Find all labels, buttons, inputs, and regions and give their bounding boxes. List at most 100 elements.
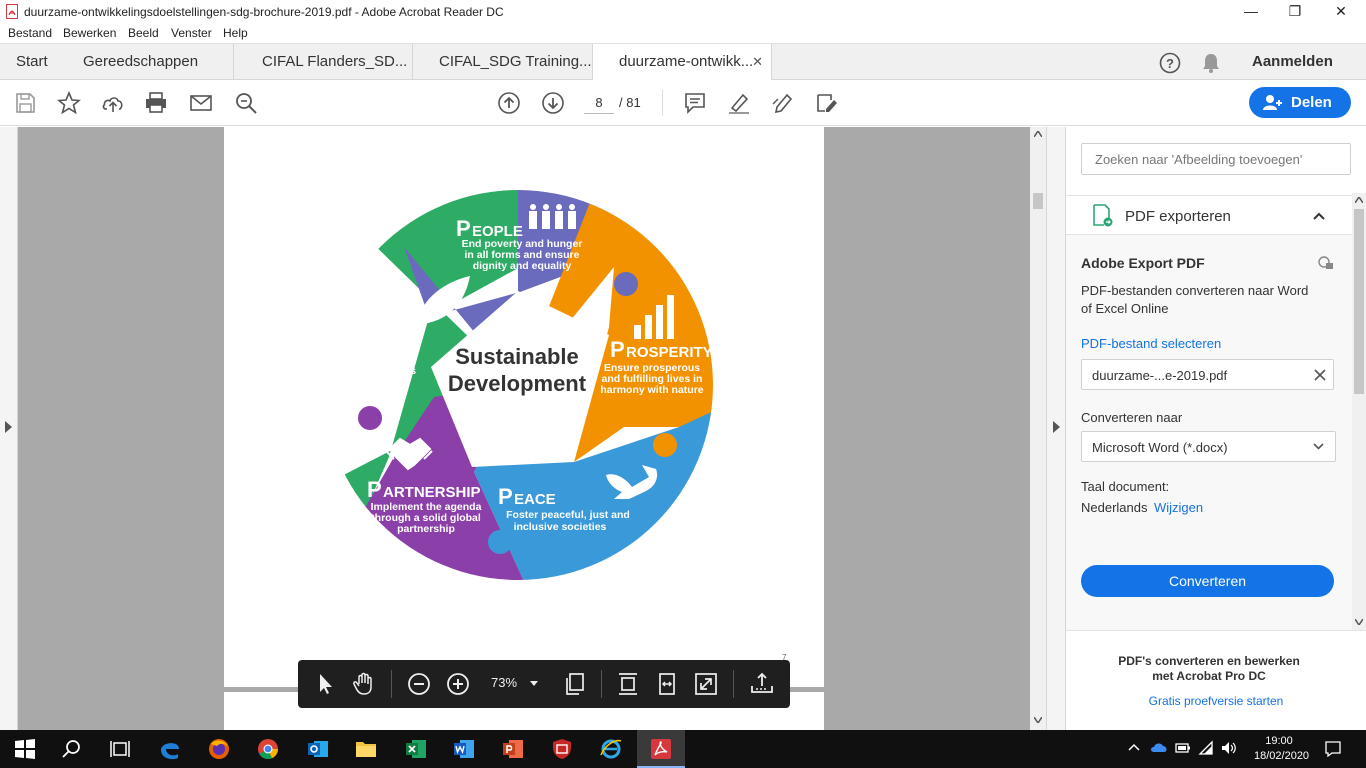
help-icon[interactable]: ? bbox=[1159, 52, 1181, 74]
menu-bewerken[interactable]: Bewerken bbox=[63, 26, 116, 40]
hand-tool-icon[interactable] bbox=[352, 672, 376, 696]
bookmark-star-icon[interactable] bbox=[56, 90, 82, 115]
pane-scroll-thumb[interactable] bbox=[1354, 209, 1364, 394]
convert-to-label: Converteren naar bbox=[1081, 410, 1183, 425]
format-select[interactable]: Microsoft Word (*.docx) bbox=[1081, 431, 1336, 462]
draw-sign-icon[interactable] bbox=[771, 91, 795, 115]
menu-bestand[interactable]: Bestand bbox=[8, 26, 52, 40]
menu-venster[interactable]: Venster bbox=[171, 26, 212, 40]
menu-help[interactable]: Help bbox=[223, 26, 248, 40]
tab-start[interactable]: Start bbox=[16, 44, 48, 80]
selected-file-field[interactable]: duurzame-...e-2019.pdf bbox=[1081, 359, 1334, 390]
close-window-button[interactable]: ✕ bbox=[1318, 0, 1364, 24]
tab-tools[interactable]: Gereedschappen bbox=[83, 44, 198, 80]
outlook-icon[interactable] bbox=[306, 737, 330, 761]
services-icon[interactable] bbox=[1318, 256, 1334, 270]
previous-page-icon[interactable] bbox=[497, 91, 521, 115]
trial-link[interactable]: Gratis proefversie starten bbox=[1066, 694, 1366, 708]
tab-doc-active[interactable]: duurzame-ontwikk... ✕ bbox=[592, 44, 772, 81]
people-desc-3: dignity and equality bbox=[473, 260, 572, 272]
tools-search-input[interactable]: Zoeken naar 'Afbeelding toevoegen' bbox=[1081, 143, 1351, 175]
file-explorer-icon[interactable] bbox=[354, 737, 378, 761]
print-icon[interactable] bbox=[144, 91, 168, 115]
left-panel-toggle[interactable] bbox=[0, 127, 18, 730]
search-icon[interactable] bbox=[60, 737, 84, 761]
clock-date: 18/02/2020 bbox=[1254, 750, 1310, 762]
tab-doc-active-label: duurzame-ontwikk... bbox=[619, 53, 754, 70]
export-pdf-header[interactable]: PDF exporteren bbox=[1066, 195, 1352, 235]
page-number-input[interactable]: 8 bbox=[584, 92, 614, 114]
upload-cloud-icon[interactable] bbox=[101, 91, 125, 115]
tab-doc-2-label: CIFAL_SDG Training... bbox=[439, 53, 592, 70]
tab-doc-1[interactable]: CIFAL Flanders_SD... bbox=[233, 44, 413, 80]
pane-scrollbar[interactable] bbox=[1352, 193, 1366, 630]
notification-bell-icon[interactable] bbox=[1202, 53, 1220, 73]
pane-scroll-down-icon[interactable] bbox=[1355, 619, 1363, 625]
word-icon[interactable] bbox=[452, 737, 476, 761]
fit-width-icon[interactable] bbox=[655, 672, 679, 696]
volume-icon[interactable] bbox=[1221, 740, 1237, 756]
scroll-thumb[interactable] bbox=[1033, 193, 1043, 209]
help-glyph: ? bbox=[1166, 56, 1174, 71]
internet-explorer-icon[interactable] bbox=[599, 737, 623, 761]
document-scrollbar[interactable] bbox=[1030, 127, 1046, 730]
expand-left-icon bbox=[5, 421, 12, 433]
service-desc-line2: of Excel Online bbox=[1081, 301, 1169, 316]
system-clock[interactable]: 19:00 18/02/2020 bbox=[1254, 734, 1310, 764]
tab-close-icon[interactable]: ✕ bbox=[752, 44, 763, 80]
zoom-out-icon[interactable] bbox=[407, 672, 431, 696]
select-cursor-icon[interactable] bbox=[314, 672, 338, 696]
share-upload-icon[interactable] bbox=[750, 672, 774, 696]
security-shield-icon[interactable] bbox=[550, 737, 574, 761]
next-page-icon[interactable] bbox=[541, 91, 565, 115]
tray-chevron-up-icon[interactable] bbox=[1128, 743, 1140, 751]
task-view-icon[interactable] bbox=[108, 737, 132, 761]
page-display-icon[interactable] bbox=[563, 672, 587, 696]
wifi-icon[interactable] bbox=[1198, 740, 1214, 756]
prosperity-cap: P bbox=[610, 337, 625, 362]
language-change-link[interactable]: Wijzigen bbox=[1154, 500, 1203, 515]
export-pdf-icon bbox=[1093, 204, 1113, 227]
taskbar-active-app[interactable] bbox=[637, 730, 685, 768]
zoom-level[interactable]: 73% bbox=[491, 675, 517, 690]
email-icon[interactable] bbox=[189, 91, 213, 115]
comment-icon[interactable] bbox=[683, 91, 707, 115]
right-panel-toggle[interactable] bbox=[1046, 127, 1066, 730]
tab-doc-2[interactable]: CIFAL_SDG Training... bbox=[412, 44, 592, 80]
chevron-up-icon[interactable] bbox=[1313, 212, 1325, 220]
maximize-button[interactable]: ❐ bbox=[1272, 0, 1318, 24]
share-button[interactable]: Delen bbox=[1249, 87, 1351, 118]
fit-page-icon[interactable] bbox=[616, 672, 640, 696]
toolbar-divider bbox=[391, 670, 392, 698]
edge-icon[interactable] bbox=[158, 737, 182, 761]
menu-beeld[interactable]: Beeld bbox=[128, 26, 159, 40]
highlight-pen-icon[interactable] bbox=[727, 91, 751, 115]
service-title: Adobe Export PDF bbox=[1081, 255, 1205, 271]
partnership-desc-3: partnership bbox=[397, 523, 455, 535]
onedrive-cloud-icon[interactable] bbox=[1150, 741, 1168, 753]
convert-button[interactable]: Converteren bbox=[1081, 565, 1334, 597]
search-zoom-icon[interactable] bbox=[234, 91, 258, 115]
clear-file-icon[interactable] bbox=[1314, 369, 1326, 381]
title-bar: duurzame-ontwikkelingsdoelstellingen-sdg… bbox=[0, 0, 1366, 24]
save-icon[interactable] bbox=[13, 91, 37, 115]
firefox-icon[interactable] bbox=[207, 737, 231, 761]
promo-line2: met Acrobat Pro DC bbox=[1152, 669, 1266, 683]
chrome-icon[interactable] bbox=[256, 737, 280, 761]
select-pdf-link[interactable]: PDF-bestand selecteren bbox=[1081, 336, 1221, 351]
scroll-down-icon[interactable] bbox=[1034, 717, 1042, 723]
action-center-icon[interactable] bbox=[1324, 740, 1342, 758]
windows-start-icon[interactable] bbox=[13, 737, 37, 761]
excel-icon[interactable] bbox=[404, 737, 428, 761]
sign-in-link[interactable]: Aanmelden bbox=[1252, 44, 1333, 80]
zoom-dropdown-icon[interactable] bbox=[530, 681, 538, 686]
pane-scroll-up-icon[interactable] bbox=[1355, 197, 1363, 203]
zoom-in-icon[interactable] bbox=[446, 672, 470, 696]
powerpoint-icon[interactable] bbox=[501, 737, 525, 761]
battery-power-icon[interactable] bbox=[1175, 741, 1191, 755]
acrobat-reader-icon bbox=[651, 739, 671, 759]
full-screen-icon[interactable] bbox=[694, 672, 718, 696]
scroll-up-icon[interactable] bbox=[1034, 131, 1042, 137]
minimize-button[interactable]: — bbox=[1228, 0, 1274, 24]
fill-sign-icon[interactable] bbox=[815, 91, 839, 115]
